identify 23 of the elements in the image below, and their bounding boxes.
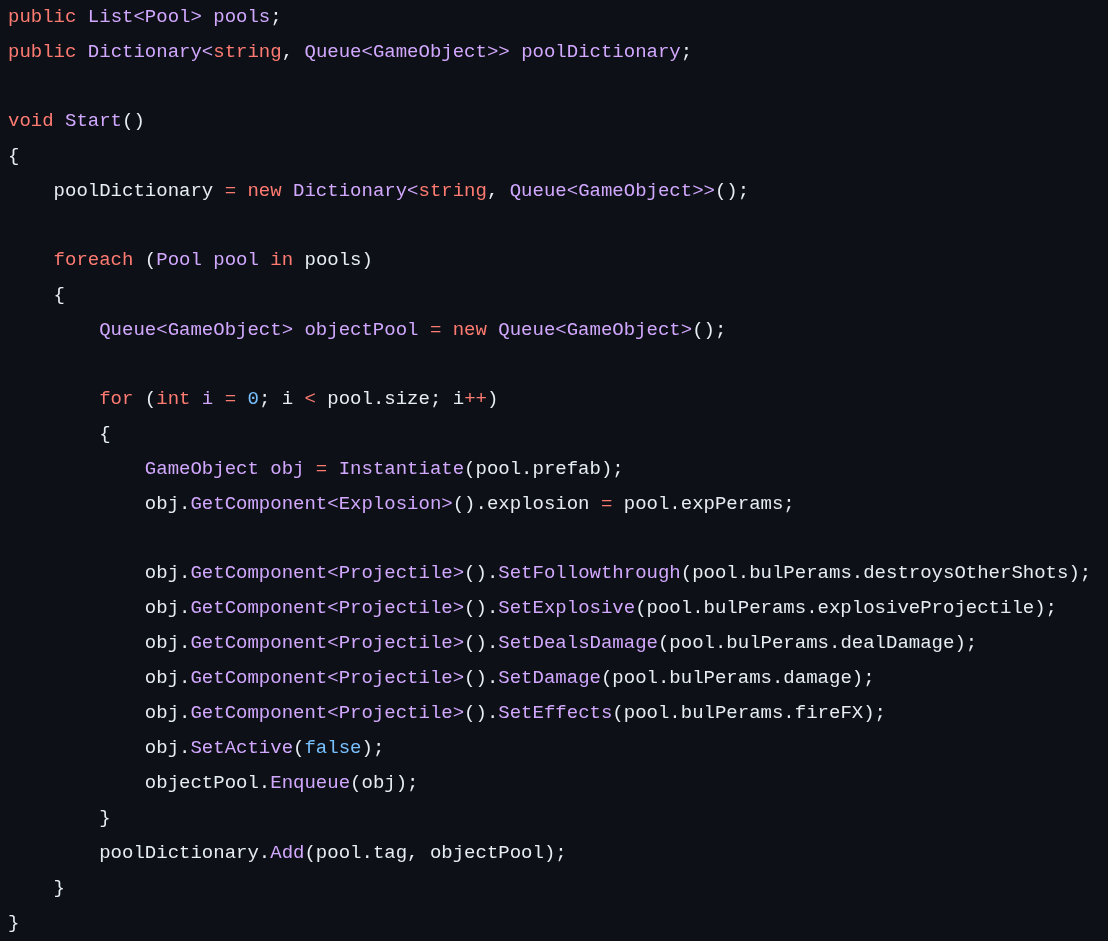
code-line: for (int i = 0; i < pool.size; i++) [98, 387, 499, 412]
code-line: poolDictionary = new Dictionary<string, Queue<GameObject>>(); [52, 179, 750, 204]
code-line: } [98, 806, 111, 831]
code-line: obj.GetComponent<Projectile>().SetFollowthrough(pool.bulPerams.destroysOtherShots); [143, 561, 1092, 586]
code-line: obj.GetComponent<Projectile>().SetDamage(pool.bulPerams.damage); [143, 666, 875, 691]
code-line: } [52, 876, 65, 901]
code-line: foreach (Pool pool in pools) [52, 248, 373, 273]
code-line: } [8, 911, 20, 936]
code-line: { [8, 144, 20, 169]
code-line: obj.SetActive(false); [143, 736, 385, 761]
code-line: GameObject obj = Instantiate(pool.prefab); [143, 457, 624, 482]
code-line: void Start() [8, 109, 145, 134]
code-line: { [52, 283, 65, 308]
code-line: poolDictionary.Add(pool.tag, objectPool); [98, 841, 567, 866]
code-line: obj.GetComponent<Projectile>().SetDealsDamage(pool.bulPerams.dealDamage); [143, 631, 978, 656]
code-line: Queue<GameObject> objectPool = new Queue<GameObject>(); [98, 318, 727, 343]
code-line: objectPool.Enqueue(obj); [143, 771, 419, 796]
code-line: public Dictionary<string, Queue<GameObject>> poolDictionary; [8, 40, 693, 65]
code-line: obj.GetComponent<Explosion>().explosion = pool.expPerams; [143, 492, 795, 517]
code-line: obj.GetComponent<Projectile>().SetEffects(pool.bulPerams.fireFX); [143, 701, 886, 726]
code-line: obj.GetComponent<Projectile>().SetExplosive(pool.bulPerams.explosiveProjectile); [143, 596, 1057, 621]
code-line: public List<Pool> pools; [8, 5, 282, 30]
code-line: { [98, 422, 111, 447]
